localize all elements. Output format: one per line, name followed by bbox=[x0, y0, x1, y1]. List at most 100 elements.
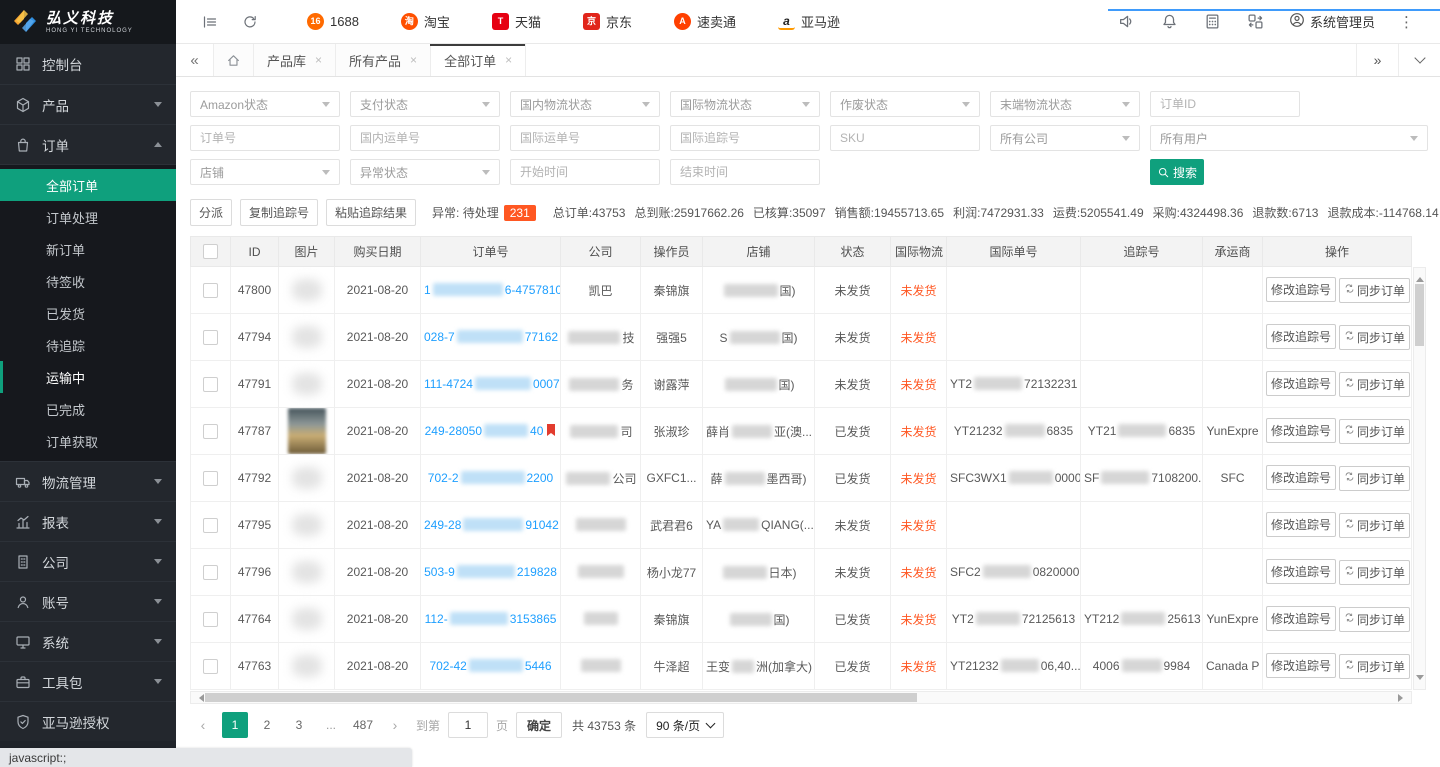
order-number-link[interactable]: 249-2805040 bbox=[425, 424, 544, 438]
sync-order-button[interactable]: 同步订单 bbox=[1339, 278, 1410, 303]
sync-order-button[interactable]: 同步订单 bbox=[1339, 513, 1410, 538]
marketplace-link-5[interactable]: a亚马逊 bbox=[757, 12, 861, 31]
sidebar-item-2[interactable]: 订单 bbox=[0, 124, 176, 164]
scroll-tabs-left-icon[interactable]: « bbox=[176, 44, 214, 76]
currency-exchange-icon[interactable] bbox=[1234, 13, 1277, 30]
filter-input-订单号[interactable] bbox=[190, 125, 340, 151]
order-number-link[interactable]: 111-47240007 bbox=[424, 377, 560, 391]
sync-order-button[interactable]: 同步订单 bbox=[1339, 560, 1410, 585]
sidebar-item-8[interactable]: 工具包 bbox=[0, 661, 176, 701]
goto-page-input[interactable] bbox=[448, 712, 488, 738]
close-icon[interactable]: × bbox=[505, 53, 512, 67]
order-number-link[interactable]: 702-425446 bbox=[429, 659, 551, 673]
page-button-2[interactable]: 2 bbox=[254, 712, 280, 738]
sidebar-subitem-5[interactable]: 待追踪 bbox=[0, 329, 176, 361]
horizontal-scrollbar-thumb[interactable] bbox=[205, 693, 917, 702]
row-checkbox[interactable] bbox=[203, 518, 218, 533]
sync-order-button[interactable]: 同步订单 bbox=[1339, 654, 1410, 679]
announcement-icon[interactable] bbox=[1105, 13, 1148, 30]
marketplace-link-3[interactable]: 京京东 bbox=[562, 12, 653, 31]
row-checkbox[interactable] bbox=[203, 283, 218, 298]
page-size-select[interactable]: 90 条/页 bbox=[646, 712, 724, 738]
sidebar-subitem-6[interactable]: 运输中 bbox=[0, 361, 176, 393]
sidebar-item-9[interactable]: 亚马逊授权 bbox=[0, 701, 176, 741]
row-checkbox[interactable] bbox=[203, 612, 218, 627]
sidebar-subitem-0[interactable]: 全部订单 bbox=[0, 169, 176, 201]
edit-tracking-button[interactable]: 修改追踪号 bbox=[1266, 418, 1336, 443]
tab-全部订单[interactable]: 全部订单× bbox=[431, 44, 526, 76]
sync-order-button[interactable]: 同步订单 bbox=[1339, 372, 1410, 397]
tab-产品库[interactable]: 产品库× bbox=[254, 44, 336, 76]
prev-page-button[interactable]: ‹ bbox=[190, 712, 216, 738]
edit-tracking-button[interactable]: 修改追踪号 bbox=[1266, 324, 1336, 349]
filter-select-所有公司[interactable]: 所有公司 bbox=[990, 125, 1140, 151]
home-tab[interactable] bbox=[214, 44, 254, 76]
next-page-button[interactable]: › bbox=[382, 712, 408, 738]
close-icon[interactable]: × bbox=[315, 53, 322, 67]
edit-tracking-button[interactable]: 修改追踪号 bbox=[1266, 606, 1336, 631]
order-number-link[interactable]: 16-4757810 bbox=[424, 283, 561, 297]
order-number-link[interactable]: 702-22200 bbox=[428, 471, 553, 485]
row-checkbox[interactable] bbox=[203, 377, 218, 392]
edit-tracking-button[interactable]: 修改追踪号 bbox=[1266, 371, 1336, 396]
order-number-link[interactable]: 503-9219828 bbox=[424, 565, 557, 579]
horizontal-scrollbar[interactable] bbox=[190, 691, 1412, 704]
filter-input-国内运单号[interactable] bbox=[350, 125, 500, 151]
collapse-sidebar-icon[interactable] bbox=[190, 14, 230, 30]
scroll-tabs-right-icon[interactable]: » bbox=[1356, 44, 1398, 76]
filter-input-国际运单号[interactable] bbox=[510, 125, 660, 151]
page-button-1[interactable]: 1 bbox=[222, 712, 248, 738]
sidebar-subitem-3[interactable]: 待签收 bbox=[0, 265, 176, 297]
close-icon[interactable]: × bbox=[410, 53, 417, 67]
sidebar-item-4[interactable]: 报表 bbox=[0, 501, 176, 541]
filter-select-末端物流状态[interactable]: 末端物流状态 bbox=[990, 91, 1140, 117]
search-button[interactable]: 搜索 bbox=[1150, 159, 1204, 185]
filter-select-国际物流状态[interactable]: 国际物流状态 bbox=[670, 91, 820, 117]
toolbar-button-2[interactable]: 粘贴追踪结果 bbox=[326, 199, 416, 226]
tab-options-icon[interactable] bbox=[1398, 44, 1440, 76]
toolbar-button-1[interactable]: 复制追踪号 bbox=[240, 199, 318, 226]
sidebar-item-0[interactable]: 控制台 bbox=[0, 44, 176, 84]
vertical-scrollbar[interactable] bbox=[1413, 267, 1426, 690]
sync-order-button[interactable]: 同步订单 bbox=[1339, 607, 1410, 632]
sidebar-subitem-7[interactable]: 已完成 bbox=[0, 393, 176, 425]
edit-tracking-button[interactable]: 修改追踪号 bbox=[1266, 465, 1336, 490]
filter-input-SKU[interactable] bbox=[830, 125, 980, 151]
order-number-link[interactable]: 249-2891042 bbox=[424, 518, 559, 532]
filter-select-Amazon状态[interactable]: Amazon状态 bbox=[190, 91, 340, 117]
sidebar-item-7[interactable]: 系统 bbox=[0, 621, 176, 661]
filter-select-异常状态[interactable]: 异常状态 bbox=[350, 159, 500, 185]
sync-order-button[interactable]: 同步订单 bbox=[1339, 466, 1410, 491]
filter-input-订单ID[interactable] bbox=[1150, 91, 1300, 117]
filter-select-店铺[interactable]: 店铺 bbox=[190, 159, 340, 185]
order-number-link[interactable]: 112-3153865 bbox=[425, 612, 557, 626]
sidebar-item-6[interactable]: 账号 bbox=[0, 581, 176, 621]
edit-tracking-button[interactable]: 修改追踪号 bbox=[1266, 512, 1336, 537]
filter-input-结束时间[interactable] bbox=[670, 159, 820, 185]
row-checkbox[interactable] bbox=[203, 424, 218, 439]
user-menu[interactable]: 系统管理员 bbox=[1277, 12, 1387, 31]
edit-tracking-button[interactable]: 修改追踪号 bbox=[1266, 559, 1336, 584]
sidebar-subitem-2[interactable]: 新订单 bbox=[0, 233, 176, 265]
sidebar-item-1[interactable]: 产品 bbox=[0, 84, 176, 124]
filter-select-作废状态[interactable]: 作废状态 bbox=[830, 91, 980, 117]
sidebar-subitem-8[interactable]: 订单获取 bbox=[0, 425, 176, 457]
marketplace-link-2[interactable]: T天猫 bbox=[471, 12, 562, 31]
marketplace-link-0[interactable]: 161688 bbox=[286, 12, 380, 31]
sync-order-button[interactable]: 同步订单 bbox=[1339, 325, 1410, 350]
filter-select-所有用户[interactable]: 所有用户 bbox=[1150, 125, 1428, 151]
filter-select-国内物流状态[interactable]: 国内物流状态 bbox=[510, 91, 660, 117]
select-all-checkbox[interactable] bbox=[203, 244, 218, 259]
page-button-3[interactable]: 3 bbox=[286, 712, 312, 738]
sidebar-item-3[interactable]: 物流管理 bbox=[0, 461, 176, 501]
sidebar-subitem-4[interactable]: 已发货 bbox=[0, 297, 176, 329]
sidebar-item-5[interactable]: 公司 bbox=[0, 541, 176, 581]
edit-tracking-button[interactable]: 修改追踪号 bbox=[1266, 653, 1336, 678]
sidebar-subitem-1[interactable]: 订单处理 bbox=[0, 201, 176, 233]
toolbar-button-0[interactable]: 分派 bbox=[190, 199, 232, 226]
calculator-icon[interactable] bbox=[1191, 13, 1234, 30]
row-checkbox[interactable] bbox=[203, 471, 218, 486]
more-vertical-icon[interactable]: ⋮ bbox=[1387, 13, 1426, 31]
order-number-link[interactable]: 028-777162 bbox=[424, 330, 558, 344]
sync-order-button[interactable]: 同步订单 bbox=[1339, 419, 1410, 444]
